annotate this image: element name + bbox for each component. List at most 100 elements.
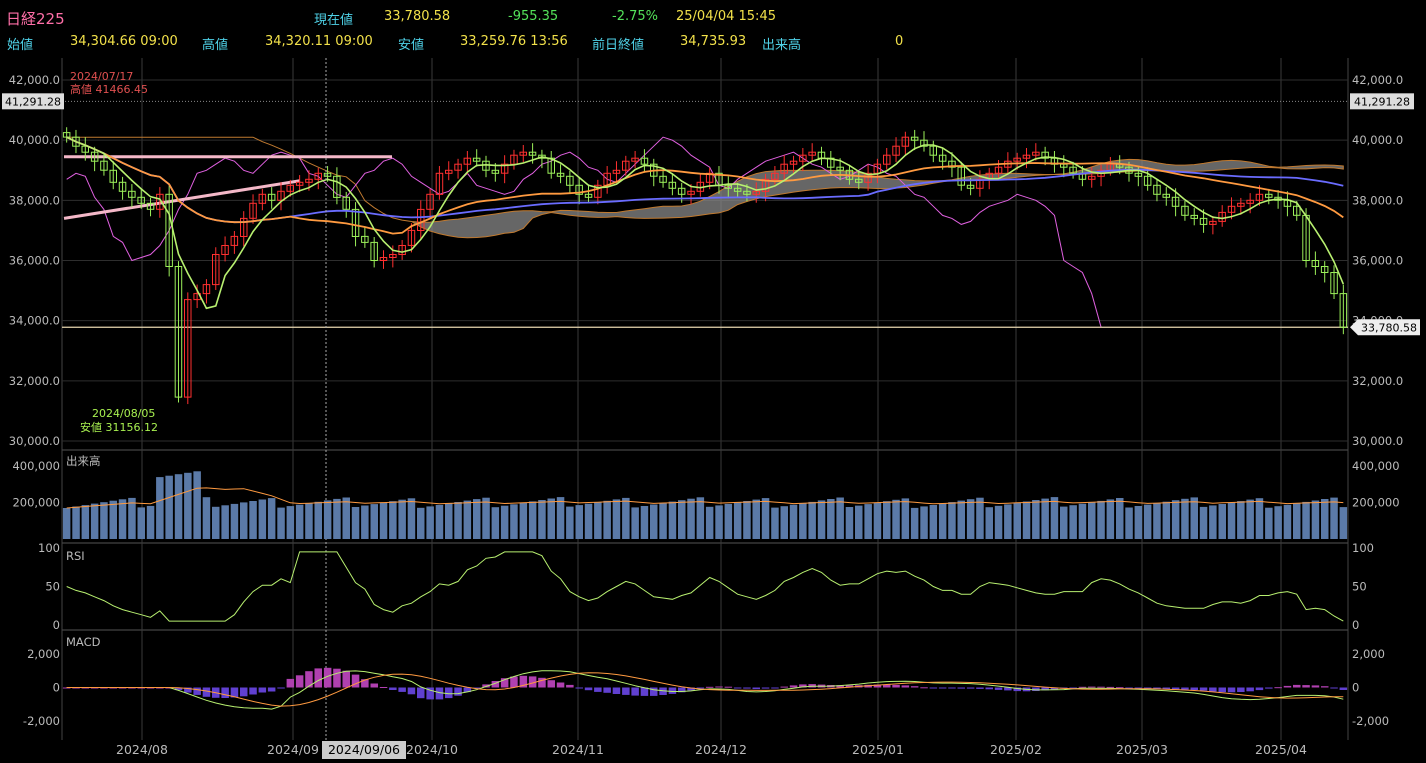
macd-histogram-bar bbox=[398, 687, 406, 692]
rsi-tick-right: 50 bbox=[1352, 580, 1367, 594]
lagging-span-line bbox=[66, 136, 1102, 328]
macd-histogram-bar bbox=[920, 687, 928, 689]
volume-bar bbox=[771, 507, 779, 539]
macd-panel-label: MACD bbox=[66, 635, 101, 649]
volume-bar bbox=[370, 504, 378, 539]
macd-tick-right: 0 bbox=[1352, 681, 1359, 695]
volume-bar bbox=[1032, 500, 1040, 539]
macd-tick-left: 2,000 bbox=[27, 647, 60, 661]
x-tick-label: 2024/10 bbox=[406, 742, 458, 757]
volume-bar bbox=[892, 499, 900, 539]
volume-bar bbox=[966, 499, 975, 539]
macd-histogram-bar bbox=[435, 687, 444, 700]
y-tick-label-right: 38,000.0 bbox=[1352, 193, 1403, 207]
volume-bar bbox=[1246, 499, 1254, 539]
volume-bar bbox=[1190, 497, 1198, 539]
volume-panel-label: 出来高 bbox=[66, 454, 101, 468]
volume-bar bbox=[398, 499, 406, 539]
volume-bar bbox=[696, 497, 705, 539]
macd-histogram-bar bbox=[1255, 687, 1264, 691]
volume-tick-left: 200,000 bbox=[12, 496, 60, 510]
macd-histogram-bar bbox=[547, 680, 555, 688]
volume-bar bbox=[1283, 504, 1292, 539]
macd-histogram-bar bbox=[314, 668, 322, 688]
volume-bar bbox=[435, 504, 444, 539]
volume-bar bbox=[240, 502, 248, 539]
y-tick-label-right: 32,000.0 bbox=[1352, 374, 1403, 388]
macd-tick-right: -2,000 bbox=[1352, 714, 1389, 728]
volume-bar bbox=[1004, 504, 1012, 539]
volume-bar bbox=[612, 499, 621, 539]
macd-histogram-bar bbox=[1246, 687, 1254, 692]
macd-histogram-bar bbox=[957, 687, 965, 689]
volume-bar bbox=[267, 498, 276, 539]
macd-histogram-bar bbox=[389, 687, 397, 690]
volume-bar bbox=[184, 472, 192, 539]
rsi-tick-left: 0 bbox=[53, 618, 60, 632]
volume-bar bbox=[752, 499, 760, 539]
rsi-tick-right: 100 bbox=[1352, 541, 1374, 555]
macd-histogram-bar bbox=[705, 686, 714, 688]
volume-bar bbox=[109, 500, 117, 539]
macd-histogram-bar bbox=[454, 687, 462, 696]
volume-bar bbox=[1143, 504, 1152, 539]
macd-histogram-bar bbox=[1283, 685, 1292, 688]
volume-bar bbox=[426, 506, 434, 539]
volume-bar bbox=[808, 501, 816, 539]
volume-bar bbox=[827, 499, 835, 539]
volume-bar bbox=[1330, 497, 1338, 539]
y-tick-label-left: 34,000.0 bbox=[9, 314, 60, 328]
stock-chart[interactable]: 2024/08 2024/09 2024/10 2024/11 2024/12 2025/… bbox=[0, 0, 1426, 763]
x-tick-label: 2024/09 bbox=[267, 742, 319, 757]
y-tick-label-right: 36,000.0 bbox=[1352, 254, 1403, 268]
volume-bar bbox=[100, 502, 108, 539]
volume-bar bbox=[957, 500, 965, 539]
volume-bar bbox=[538, 500, 546, 539]
trend-line bbox=[63, 179, 301, 220]
x-tick-label: 2025/03 bbox=[1116, 742, 1168, 757]
rsi-tick-right: 0 bbox=[1352, 618, 1359, 632]
volume-bar bbox=[1078, 503, 1087, 539]
low-annotation-text: 安値 31156.12 bbox=[80, 420, 158, 434]
volume-bar bbox=[417, 507, 425, 539]
macd-histogram-bar bbox=[1088, 686, 1096, 688]
macd-histogram-bar bbox=[1274, 687, 1282, 689]
macd-histogram-bar bbox=[1097, 686, 1105, 688]
volume-bar bbox=[510, 504, 518, 539]
macd-histogram-bar bbox=[631, 687, 639, 696]
volume-bar bbox=[491, 507, 500, 539]
volume-bar bbox=[174, 474, 183, 539]
volume-bar bbox=[1125, 507, 1133, 539]
macd-histogram-bar bbox=[370, 683, 378, 688]
y-tick-label-left: 30,000.0 bbox=[9, 434, 60, 448]
macd-histogram-bar bbox=[668, 687, 677, 694]
macd-histogram-bar bbox=[733, 687, 742, 689]
volume-bar bbox=[1171, 500, 1180, 539]
volume-bar bbox=[1237, 501, 1245, 539]
y-tick-label-left: 40,000.0 bbox=[9, 133, 60, 147]
y-tick-label-left: 38,000.0 bbox=[9, 193, 60, 207]
volume-bar bbox=[342, 497, 350, 539]
volume-bar bbox=[920, 506, 928, 539]
macd-histogram-bar bbox=[1209, 687, 1217, 692]
macd-histogram-bar bbox=[221, 687, 229, 698]
y-tick-label-left: 36,000.0 bbox=[9, 254, 60, 268]
volume-bar bbox=[295, 504, 304, 539]
volume-bar bbox=[277, 507, 285, 539]
crosshair-date-label: 2024/09/06 bbox=[328, 742, 400, 757]
macd-histogram-bar bbox=[594, 687, 602, 692]
volume-bar bbox=[883, 501, 891, 539]
macd-histogram-bar bbox=[743, 687, 751, 689]
macd-histogram-bar bbox=[202, 687, 211, 697]
macd-histogram-bar bbox=[929, 687, 938, 689]
volume-bar bbox=[221, 505, 229, 539]
ref-price-tag-left-label: 41,291.28 bbox=[5, 95, 61, 108]
volume-bar bbox=[845, 507, 854, 539]
volume-bar bbox=[1339, 507, 1348, 539]
volume-bar bbox=[836, 497, 844, 539]
macd-histogram-bar bbox=[622, 687, 630, 695]
volume-bar bbox=[705, 506, 714, 539]
volume-bar bbox=[473, 499, 481, 539]
macd-histogram-bar bbox=[910, 686, 919, 688]
macd-histogram-bar bbox=[286, 678, 295, 688]
